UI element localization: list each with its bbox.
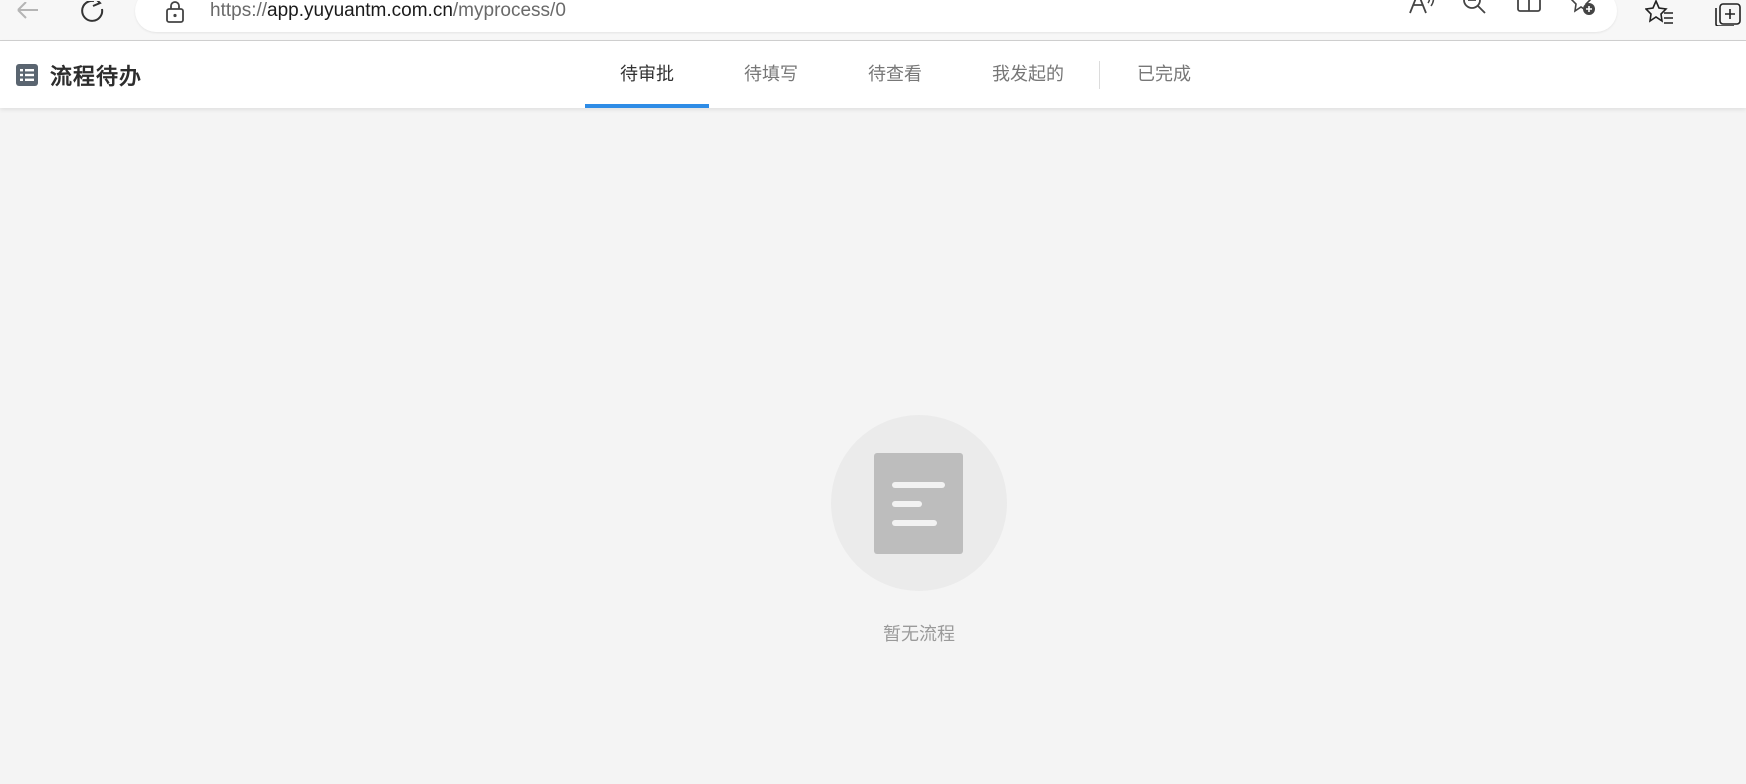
tab-label: 我发起的 [992, 64, 1064, 85]
collections-icon [1715, 3, 1741, 26]
tab-pending-approval[interactable]: 待审批 [585, 41, 709, 108]
tab-initiated-by-me[interactable]: 我发起的 [957, 41, 1099, 108]
doc-line [892, 482, 945, 488]
tab-completed[interactable]: 已完成 [1100, 41, 1228, 108]
tab-label: 待查看 [868, 64, 922, 85]
page-title: 流程待办 [50, 64, 143, 90]
doc-line [892, 520, 937, 526]
read-aloud-button[interactable] [1406, 0, 1436, 16]
back-arrow-icon [17, 2, 38, 19]
doc-line [892, 501, 922, 507]
app-header: 流程待办 待审批 待填写 待查看 我发起的 已完成 [0, 41, 1746, 108]
document-icon [874, 453, 963, 554]
favorites-icon [1645, 0, 1673, 24]
star-add-icon [1570, 0, 1595, 15]
collections-button[interactable] [1710, 0, 1744, 26]
empty-state-illustration [831, 415, 1007, 591]
read-aloud-icon [1409, 0, 1435, 14]
url-host: app.yuyuantm.com.cn [267, 0, 453, 21]
tab-label: 待审批 [620, 64, 674, 85]
address-bar[interactable]: https://app.yuyuantm.com.cn/myprocess/0 [135, 0, 1617, 32]
zoom-out-button[interactable] [1460, 0, 1490, 16]
url-scheme: https:// [210, 0, 268, 21]
browser-toolbar: https://app.yuyuantm.com.cn/myprocess/0 [0, 0, 1746, 41]
tab-label: 已完成 [1137, 64, 1191, 85]
favorites-button[interactable] [1643, 0, 1677, 26]
refresh-icon [81, 1, 104, 22]
empty-state-message: 暂无流程 [883, 624, 955, 645]
tab-label: 待填写 [744, 64, 798, 85]
page-title-group: 流程待办 [16, 41, 142, 108]
url-text[interactable]: https://app.yuyuantm.com.cn/myprocess/0 [210, 0, 566, 22]
back-button[interactable] [10, 0, 46, 26]
zoom-out-icon [1463, 0, 1486, 14]
add-favorite-button[interactable] [1568, 0, 1598, 16]
lock-icon[interactable] [165, 1, 185, 27]
split-screen-button[interactable] [1514, 0, 1544, 16]
tab-pending-fill[interactable]: 待填写 [709, 41, 833, 108]
split-screen-icon [1517, 0, 1541, 12]
list-icon [16, 63, 38, 86]
tab-pending-view[interactable]: 待查看 [833, 41, 957, 108]
url-path: /myprocess/0 [452, 0, 566, 21]
refresh-button[interactable] [76, 0, 112, 26]
